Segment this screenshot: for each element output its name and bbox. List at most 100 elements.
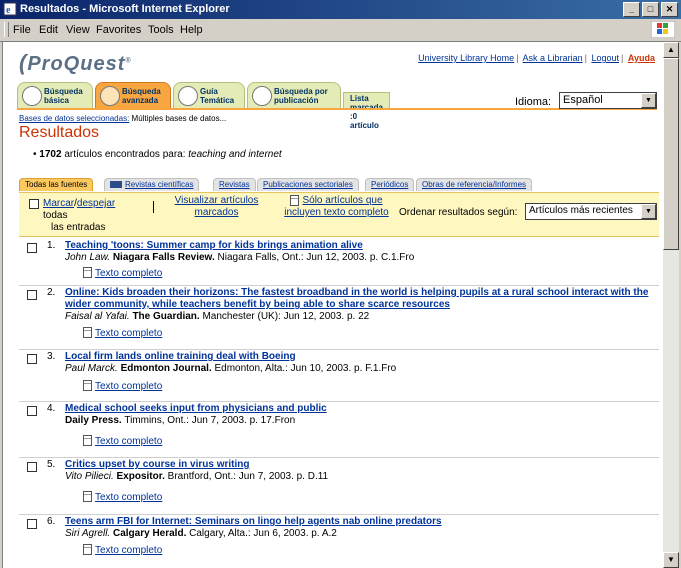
result-title-link[interactable]: Medical school seeks input from physicia… xyxy=(65,403,653,415)
full-text-link[interactable]: Texto completo xyxy=(95,328,162,339)
scroll-thumb[interactable] xyxy=(663,58,679,250)
results-count: • 1702 artículos encontrados para: teach… xyxy=(33,149,282,160)
scroll-up-button[interactable]: ▲ xyxy=(663,42,679,58)
full-text-link[interactable]: Texto completo xyxy=(95,545,162,556)
result-checkbox[interactable] xyxy=(27,519,37,529)
result-title-link[interactable]: Teens arm FBI for Internet: Seminars on … xyxy=(65,516,653,528)
chevron-down-icon[interactable]: ▼ xyxy=(641,93,656,108)
document-icon xyxy=(83,327,92,338)
internet-explorer-icon: e xyxy=(3,2,17,16)
list-item: 4. Medical school seeks input from physi… xyxy=(19,402,659,458)
windows-logo-icon xyxy=(651,21,675,38)
result-title-link[interactable]: Critics upset by course in virus writing xyxy=(65,459,653,471)
result-citation: Faisal al Yafai. The Guardian. Mancheste… xyxy=(65,311,370,322)
result-checkbox[interactable] xyxy=(27,243,37,253)
tab-trade-publications[interactable]: Publicaciones sectoriales xyxy=(257,178,359,191)
menu-tools[interactable]: Tools xyxy=(148,24,174,36)
document-icon xyxy=(83,267,92,278)
result-title-link[interactable]: Teaching 'toons: Summer camp for kids br… xyxy=(65,240,653,252)
chevron-down-icon[interactable]: ▼ xyxy=(641,204,656,219)
tab-all-sources[interactable]: Todas las fuentes xyxy=(19,178,94,191)
document-icon xyxy=(83,380,92,391)
list-item: 2. Online: Kids broaden their horizons: … xyxy=(19,286,659,350)
full-text-link[interactable]: Texto completo xyxy=(95,492,162,503)
tab-newspapers[interactable]: Periódicos xyxy=(365,178,415,191)
advanced-search-icon xyxy=(100,86,120,106)
proquest-logo[interactable]: (ProQuest® xyxy=(19,50,132,76)
document-icon xyxy=(83,435,92,446)
ask-librarian-link[interactable]: Ask a Librarian xyxy=(523,53,583,63)
page-viewport: (ProQuest® University Library Home | Ask … xyxy=(2,42,663,568)
list-item: 6. Teens arm FBI for Internet: Seminars … xyxy=(19,515,659,565)
menu-edit[interactable]: Edit xyxy=(39,24,58,36)
toolbar-grip[interactable] xyxy=(4,22,9,37)
library-home-link[interactable]: University Library Home xyxy=(418,53,514,63)
view-marked-link[interactable]: Visualizar artículos marcados xyxy=(175,195,259,218)
results-toolbar: Marcar/despejar todas las entradas Visua… xyxy=(19,192,659,237)
tab-magazines[interactable]: Revistas xyxy=(213,178,256,191)
graduation-cap-icon xyxy=(110,181,122,189)
sort-select[interactable]: Artículos más recientes ▼ xyxy=(525,203,657,220)
tab-topic-guide[interactable]: Guía Temática xyxy=(173,82,245,108)
result-citation: John Law. Niagara Falls Review. Niagara … xyxy=(65,252,415,263)
full-text-only-link[interactable]: Sólo artículos que incluyen texto complet… xyxy=(284,195,389,218)
document-icon xyxy=(83,491,92,502)
result-citation: Siri Agrell. Calgary Herald. Calgary, Al… xyxy=(65,528,337,539)
view-marked-articles: Visualizar artículos marcados xyxy=(169,195,264,219)
tab-advanced-search[interactable]: Búsqueda avanzada xyxy=(95,82,171,108)
title-bar: e Resultados - Microsoft Internet Explor… xyxy=(0,0,681,19)
menu-favorites[interactable]: Favorites xyxy=(96,24,141,36)
full-text-link[interactable]: Texto completo xyxy=(95,268,162,279)
menu-bar: File Edit View Favorites Tools Help xyxy=(0,19,681,42)
page-title: Resultados xyxy=(19,124,100,141)
help-link[interactable]: Ayuda xyxy=(628,53,655,63)
clear-all-link[interactable]: despejar xyxy=(77,198,115,209)
result-checkbox[interactable] xyxy=(27,406,37,416)
full-text-link[interactable]: Texto completo xyxy=(95,381,162,392)
publication-icon xyxy=(252,86,272,106)
window-title: Resultados - Microsoft Internet Explorer xyxy=(20,3,230,15)
menu-help[interactable]: Help xyxy=(180,24,203,36)
logout-link[interactable]: Logout xyxy=(591,53,619,63)
selected-databases-link[interactable]: Bases de datos seleccionadas: xyxy=(19,114,129,123)
full-text-only: Sólo artículos que incluyen texto complet… xyxy=(279,195,394,219)
minimize-button[interactable]: _ xyxy=(623,2,640,17)
list-item: 5. Critics upset by course in virus writ… xyxy=(19,458,659,515)
result-title-link[interactable]: Local firm lands online training deal wi… xyxy=(65,351,653,363)
document-icon xyxy=(83,544,92,555)
full-text-link[interactable]: Texto completo xyxy=(95,436,162,447)
svg-text:e: e xyxy=(6,5,11,16)
result-checkbox[interactable] xyxy=(27,462,37,472)
mark-all-link[interactable]: Marcar xyxy=(43,198,74,209)
result-checkbox[interactable] xyxy=(27,354,37,364)
result-citation: Paul Marck. Edmonton Journal. Edmonton, … xyxy=(65,363,397,374)
close-button[interactable]: ✕ xyxy=(661,2,678,17)
tab-scholarly-journals[interactable]: Revistas científicas xyxy=(104,178,200,191)
tab-basic-search[interactable]: Búsqueda básica xyxy=(17,82,93,108)
list-item: 1. Teaching 'toons: Summer camp for kids… xyxy=(19,239,659,286)
menu-view[interactable]: View xyxy=(66,24,90,36)
language-label: Idioma: xyxy=(515,96,552,108)
compass-icon xyxy=(178,86,198,106)
results-list: 1. Teaching 'toons: Summer camp for kids… xyxy=(19,239,659,565)
result-title-link[interactable]: Online: Kids broaden their horizons: The… xyxy=(65,287,653,311)
mark-all-checkbox[interactable] xyxy=(29,199,39,209)
result-citation: Daily Press. Timmins, Ont.: Jun 7, 2003.… xyxy=(65,415,296,426)
document-icon xyxy=(290,195,300,206)
top-links: University Library Home | Ask a Librarian… xyxy=(418,53,655,63)
sort-label: Ordenar resultados según: xyxy=(399,207,518,218)
selected-databases: Bases de datos seleccionadas: Múltiples … xyxy=(19,114,227,123)
basic-search-icon xyxy=(22,86,42,106)
scroll-down-button[interactable]: ▼ xyxy=(663,552,679,568)
divider xyxy=(153,201,154,213)
result-citation: Vito Pilieci. Expositor. Brantford, Ont.… xyxy=(65,471,329,482)
menu-file[interactable]: File xyxy=(13,24,31,36)
vertical-scrollbar[interactable]: ▲ ▼ xyxy=(663,42,679,568)
language-select[interactable]: Español ▼ xyxy=(559,92,657,109)
tab-publication-search[interactable]: Búsqueda por publicación xyxy=(247,82,341,108)
mark-clear-all: Marcar/despejar todas las entradas xyxy=(43,198,116,233)
result-checkbox[interactable] xyxy=(27,290,37,300)
maximize-button[interactable]: □ xyxy=(642,2,659,17)
tab-reference-reports[interactable]: Obras de referencia/Informes xyxy=(416,178,533,191)
list-item: 3. Local firm lands online training deal… xyxy=(19,350,659,402)
